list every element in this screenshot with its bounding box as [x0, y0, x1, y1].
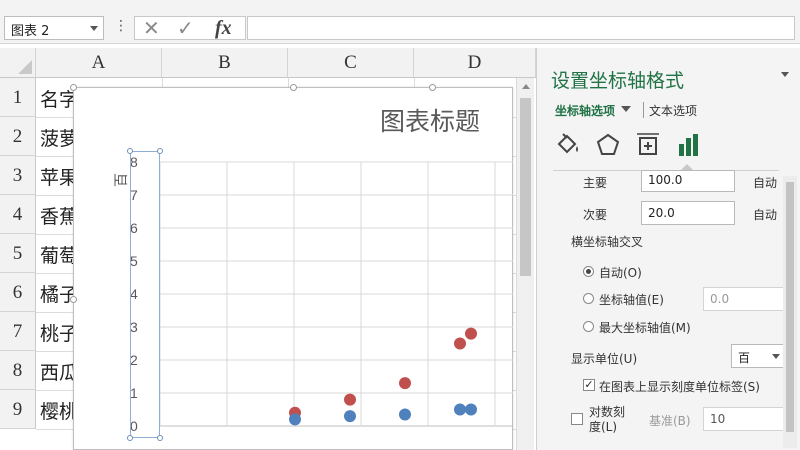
tab-text-options[interactable]: 文本选项: [649, 102, 697, 119]
size-properties-icon[interactable]: [633, 130, 663, 160]
format-axis-pane: 设置坐标轴格式 坐标轴选项 文本选项 主要 100.0 自动 次要 20.0 自…: [536, 48, 800, 450]
data-point: [454, 403, 466, 416]
minor-unit-input[interactable]: 20.0: [641, 201, 735, 225]
radio-auto-label[interactable]: 自动(O): [599, 264, 642, 281]
scroll-up-icon[interactable]: [522, 84, 530, 89]
data-point: [289, 413, 301, 426]
tab-axis-options[interactable]: 坐标轴选项: [555, 102, 615, 119]
axis-handle[interactable]: [127, 148, 133, 154]
cross-heading: 横坐标轴交叉: [571, 235, 644, 249]
display-unit-select[interactable]: 百: [731, 344, 787, 368]
pane-options-icon[interactable]: [781, 72, 789, 77]
minor-unit-auto[interactable]: 自动: [753, 206, 777, 223]
axis-value-input[interactable]: 0.0: [703, 287, 787, 311]
chevron-down-icon[interactable]: [621, 106, 631, 112]
base-label: 基准(B): [649, 414, 691, 428]
data-point: [399, 408, 411, 421]
scrollbar-thumb[interactable]: [786, 182, 794, 432]
data-point: [399, 377, 411, 390]
show-unit-label-text[interactable]: 在图表上显示刻度单位标签(S): [599, 378, 760, 395]
data-point: [454, 337, 466, 350]
data-point: [465, 327, 477, 340]
fill-icon[interactable]: [553, 130, 583, 160]
pentagon-icon[interactable]: [593, 130, 623, 160]
display-unit-label: 显示单位(U): [571, 352, 638, 366]
data-point: [465, 403, 477, 416]
data-point: [344, 410, 356, 423]
scrollbar-thumb[interactable]: [520, 98, 531, 276]
radio-axis-value[interactable]: [583, 293, 594, 304]
chevron-down-icon[interactable]: [772, 354, 780, 359]
vertical-axis-selection[interactable]: [130, 151, 160, 438]
major-unit-auto[interactable]: 自动: [753, 174, 777, 191]
radio-axis-value-label[interactable]: 坐标轴值(E): [599, 291, 664, 308]
axis-handle[interactable]: [157, 148, 163, 154]
radio-max-axis-value[interactable]: [583, 321, 594, 332]
radio-max-label[interactable]: 最大坐标轴值(M): [599, 319, 691, 336]
sheet-scrollbar[interactable]: [516, 78, 534, 450]
bar-chart-icon[interactable]: [673, 130, 703, 160]
pane-scrollbar[interactable]: [783, 176, 797, 448]
log-scale-checkbox[interactable]: [571, 413, 583, 425]
log-scale-label[interactable]: 对数刻度(L): [589, 405, 629, 435]
minor-unit-label: 次要: [583, 208, 608, 222]
plot-area[interactable]: 876543210: [0, 0, 516, 450]
axis-handle[interactable]: [157, 435, 163, 441]
data-point: [344, 393, 356, 406]
base-input[interactable]: 10: [703, 407, 787, 431]
major-unit-input[interactable]: 100.0: [641, 170, 735, 192]
major-unit-label: 主要: [583, 176, 608, 190]
axis-handle[interactable]: [127, 435, 133, 441]
radio-auto[interactable]: [583, 266, 594, 277]
pane-title: 设置坐标轴格式: [551, 70, 685, 92]
show-unit-label-checkbox[interactable]: ✓: [583, 379, 595, 391]
